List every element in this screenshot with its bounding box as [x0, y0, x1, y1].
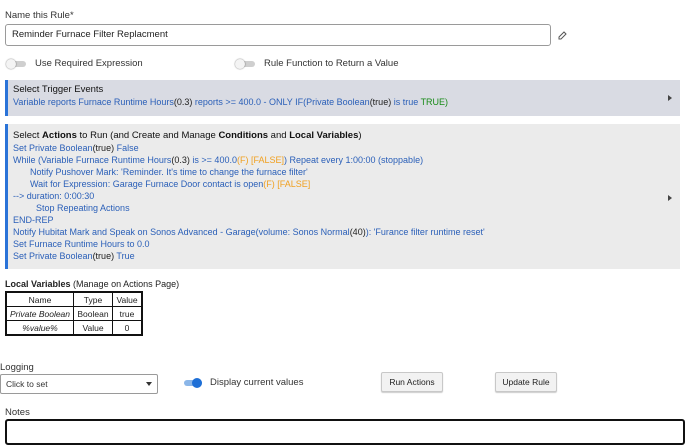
- display-current-values-toggle[interactable]: [182, 378, 202, 388]
- action-line: While (Variable Furnace Runtime Hours(0.…: [13, 155, 424, 165]
- actions-title: Select Actions to Run (and Create and Ma…: [13, 130, 362, 141]
- display-current-values-label: Display current values: [210, 377, 304, 388]
- column-header: Name: [5, 291, 74, 307]
- action-line: Notify Hubitat Mark and Speak on Sonos A…: [13, 227, 485, 237]
- table-cell: Value: [73, 320, 113, 336]
- action-line: Set Private Boolean(true) False: [13, 143, 139, 153]
- notes-label: Notes: [5, 407, 30, 418]
- rule-function-toggle[interactable]: [235, 59, 255, 69]
- rule-name-input[interactable]: Reminder Furnace Filter Replacment: [5, 24, 551, 46]
- local-variables-heading[interactable]: Local Variables (Manage on Actions Page): [5, 279, 179, 289]
- edit-icon[interactable]: [558, 30, 568, 40]
- table-header-row: Name Type Value: [5, 291, 143, 307]
- required-expression-toggle[interactable]: [6, 59, 26, 69]
- table-cell: 0: [112, 320, 143, 336]
- trigger-summary: Variable reports Furnace Runtime Hours(0…: [13, 97, 449, 107]
- chevron-down-icon: [146, 382, 152, 386]
- required-expression-label: Use Required Expression: [35, 58, 143, 69]
- column-header: Type: [73, 291, 113, 307]
- rule-name-label: Name this Rule*: [5, 10, 74, 21]
- run-actions-button[interactable]: Run Actions: [381, 372, 443, 392]
- trigger-events-title: Select Trigger Events: [13, 84, 104, 95]
- logging-select[interactable]: Click to set: [0, 374, 158, 394]
- actions-panel[interactable]: Select Actions to Run (and Create and Ma…: [5, 124, 680, 269]
- update-rule-button[interactable]: Update Rule: [495, 372, 557, 392]
- action-line: END-REP: [13, 215, 54, 225]
- action-line: Notify Pushover Mark: 'Reminder. It's ti…: [30, 167, 308, 177]
- local-variables-table: Name Type Value Private Boolean Boolean …: [5, 291, 143, 336]
- action-line: Wait for Expression: Garage Furnace Door…: [30, 179, 311, 189]
- table-cell: Boolean: [73, 306, 113, 321]
- logging-label: Logging: [0, 362, 34, 373]
- chevron-right-icon: [668, 95, 672, 101]
- table-row: Private Boolean Boolean true: [5, 306, 143, 321]
- table-cell: %value%: [5, 320, 74, 336]
- chevron-right-icon: [668, 195, 672, 201]
- action-line: Set Furnace Runtime Hours to 0.0: [13, 239, 150, 249]
- column-header: Value: [112, 291, 143, 307]
- action-line: --> duration: 0:00:30: [13, 191, 95, 201]
- table-cell: true: [112, 306, 143, 321]
- table-cell: Private Boolean: [5, 306, 74, 321]
- trigger-events-panel[interactable]: Select Trigger Events Variable reports F…: [5, 80, 680, 116]
- action-line: Stop Repeating Actions: [36, 203, 130, 213]
- table-row: %value% Value 0: [5, 320, 143, 336]
- rule-function-label: Rule Function to Return a Value: [264, 58, 399, 69]
- action-line: Set Private Boolean(true) True: [13, 251, 135, 261]
- notes-input[interactable]: [5, 419, 685, 445]
